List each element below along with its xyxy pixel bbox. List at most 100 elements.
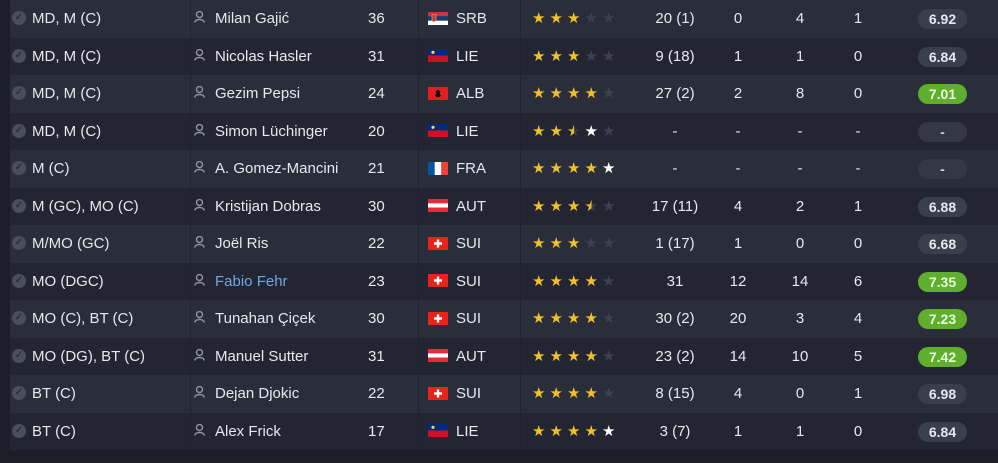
star-icon: ★ bbox=[549, 272, 563, 290]
select-checkbox[interactable]: ✓ bbox=[12, 38, 28, 76]
person-icon[interactable] bbox=[194, 150, 208, 188]
column-divider bbox=[418, 225, 419, 263]
player-name-link[interactable]: Fabio Fehr bbox=[215, 263, 365, 301]
player-row[interactable]: ✓ M (C) A. Gomez-Mancini 21 FRA ★ ★ ★ ★ ★ - … bbox=[0, 150, 998, 188]
select-checkbox[interactable]: ✓ bbox=[12, 0, 28, 38]
star-icon: ★ bbox=[549, 385, 563, 402]
person-icon[interactable] bbox=[194, 188, 208, 226]
person-icon[interactable] bbox=[194, 225, 208, 263]
star-icon: ★ bbox=[602, 347, 616, 365]
player-name-link[interactable]: Joël Ris bbox=[215, 225, 365, 263]
select-checkbox[interactable]: ✓ bbox=[12, 263, 28, 301]
average-rating: 6.88 bbox=[918, 188, 968, 226]
select-checkbox[interactable]: ✓ bbox=[12, 113, 28, 151]
player-row[interactable]: ✓ BT (C) Dejan Djokic 22 SUI ★ ★ ★ ★ ★ 8 (15… bbox=[0, 375, 998, 413]
select-checkbox[interactable]: ✓ bbox=[12, 338, 28, 376]
player-row[interactable]: ✓ MO (DG), BT (C) Manuel Sutter 31 AUT ★… bbox=[0, 337, 998, 376]
position-cell: MO (DG), BT (C) bbox=[32, 347, 146, 365]
player-of-match-cell: 1 bbox=[853, 10, 863, 27]
assists-cell: 14 bbox=[791, 272, 809, 290]
player-name-link[interactable]: Nicolas Hasler bbox=[215, 38, 365, 76]
player-name-link[interactable]: Dejan Djokic bbox=[215, 375, 365, 413]
select-checkbox[interactable]: ✓ bbox=[12, 300, 28, 338]
player-name-link[interactable]: Alex Frick bbox=[215, 413, 365, 451]
goals-cell: 4 bbox=[733, 385, 743, 402]
select-checkbox[interactable]: ✓ bbox=[12, 413, 28, 451]
flag-icon bbox=[428, 150, 450, 188]
player-row[interactable]: ✓ MD, M (C) Simon Lüchinger 20 LIE ★ ★ ★ ★ ★… bbox=[0, 112, 998, 151]
nationality-cell: LIE bbox=[456, 47, 479, 65]
check-circle-icon: ✓ bbox=[12, 386, 26, 401]
appearances-cell: 23 (2) bbox=[655, 347, 695, 365]
person-icon[interactable] bbox=[194, 113, 208, 151]
player-row[interactable]: ✓ MD, M (C) Nicolas Hasler 31 LIE ★ ★ ★ ★ ★ … bbox=[0, 37, 998, 76]
star-icon: ★ bbox=[567, 10, 581, 27]
assists-cell: 4 bbox=[795, 10, 805, 27]
person-icon[interactable] bbox=[194, 338, 208, 376]
player-name-link[interactable]: Milan Gajić bbox=[215, 0, 365, 38]
star-icon: ★ bbox=[532, 235, 546, 252]
age-cell: 36 bbox=[368, 10, 385, 27]
rating-badge: - bbox=[918, 121, 967, 142]
star-icon: ★ bbox=[567, 385, 581, 402]
nationality-cell: ALB bbox=[456, 85, 485, 102]
player-name-link[interactable]: Gezim Pepsi bbox=[215, 75, 365, 113]
person-icon[interactable] bbox=[194, 0, 208, 38]
person-icon[interactable] bbox=[194, 38, 208, 76]
select-checkbox[interactable]: ✓ bbox=[12, 150, 28, 188]
select-checkbox[interactable]: ✓ bbox=[12, 225, 28, 263]
age-cell: 22 bbox=[368, 385, 385, 402]
player-name-link[interactable]: Simon Lüchinger bbox=[215, 113, 365, 151]
select-checkbox[interactable]: ✓ bbox=[12, 188, 28, 226]
star-icon: ★ bbox=[602, 422, 616, 440]
column-divider bbox=[520, 375, 521, 413]
person-icon[interactable] bbox=[194, 413, 208, 451]
player-of-match-cell: 0 bbox=[853, 235, 863, 252]
nationality-cell: SUI bbox=[456, 272, 482, 290]
flag-icon bbox=[428, 300, 450, 338]
star-icon: ★ bbox=[602, 197, 616, 215]
goals-cell: 1 bbox=[733, 422, 743, 440]
star-icon: ★ bbox=[584, 10, 598, 27]
ability-stars: ★ ★ ★ ★ ★ bbox=[530, 338, 626, 376]
select-checkbox[interactable]: ✓ bbox=[12, 75, 28, 113]
ability-stars: ★ ★ ★ ★ ★ bbox=[530, 75, 626, 113]
select-checkbox[interactable]: ✓ bbox=[12, 375, 28, 413]
player-name-link[interactable]: A. Gomez-Mancini bbox=[215, 150, 365, 188]
assists-cell: - bbox=[797, 122, 803, 140]
person-icon[interactable] bbox=[194, 300, 208, 338]
player-name-link[interactable]: Kristijan Dobras bbox=[215, 188, 365, 226]
check-circle-icon: ✓ bbox=[12, 348, 26, 363]
player-name-link[interactable]: Tunahan Çiçek bbox=[215, 300, 365, 338]
nationality-cell: SRB bbox=[456, 10, 487, 27]
column-divider bbox=[190, 262, 191, 300]
player-row[interactable]: ✓ M/MO (GC) Joël Ris 22 SUI ★ ★ ★ ★ ★ 1 (17)… bbox=[0, 225, 998, 263]
column-divider bbox=[418, 300, 419, 338]
player-of-match-cell: 5 bbox=[853, 347, 863, 365]
column-divider bbox=[520, 75, 521, 113]
player-row[interactable]: ✓ MO (C), BT (C) Tunahan Çiçek 30 SUI ★ ★… bbox=[0, 300, 998, 338]
player-row[interactable]: ✓ M (GC), MO (C) Kristijan Dobras 30 AUT… bbox=[0, 187, 998, 226]
star-icon: ★ bbox=[583, 188, 601, 226]
position-cell: MD, M (C) bbox=[32, 10, 102, 27]
star-icon: ★ bbox=[549, 197, 563, 215]
player-row[interactable]: ✓ BT (C) Alex Frick 17 LIE ★ ★ ★ ★ ★ 3 (7) 1… bbox=[0, 412, 998, 451]
person-icon[interactable] bbox=[194, 75, 208, 113]
person-icon[interactable] bbox=[194, 375, 208, 413]
flag-icon bbox=[428, 338, 450, 376]
star-icon: ★ bbox=[532, 347, 546, 365]
player-row[interactable]: ✓ MD, M (C) Milan Gajić 36 SRB ★ ★ ★ ★ ★ 20 … bbox=[0, 0, 998, 38]
player-row[interactable]: ✓ MO (DGC) Fabio Fehr 23 SUI ★ ★ ★ ★ ★ 31 12… bbox=[0, 262, 998, 301]
position-cell: BT (C) bbox=[32, 422, 76, 440]
check-circle-icon: ✓ bbox=[12, 161, 26, 176]
check-circle-icon: ✓ bbox=[12, 311, 26, 326]
rating-badge: - bbox=[918, 159, 967, 180]
player-name-link[interactable]: Manuel Sutter bbox=[215, 338, 365, 376]
flag-icon bbox=[428, 413, 450, 451]
row-spacer bbox=[0, 37, 10, 75]
appearances-cell: 1 (17) bbox=[655, 235, 695, 252]
nationality-cell: FRA bbox=[456, 160, 486, 177]
star-icon: ★ bbox=[549, 85, 563, 102]
player-row[interactable]: ✓ MD, M (C) Gezim Pepsi 24 ALB ★ ★ ★ ★ ★ 27 … bbox=[0, 75, 998, 113]
person-icon[interactable] bbox=[194, 263, 208, 301]
